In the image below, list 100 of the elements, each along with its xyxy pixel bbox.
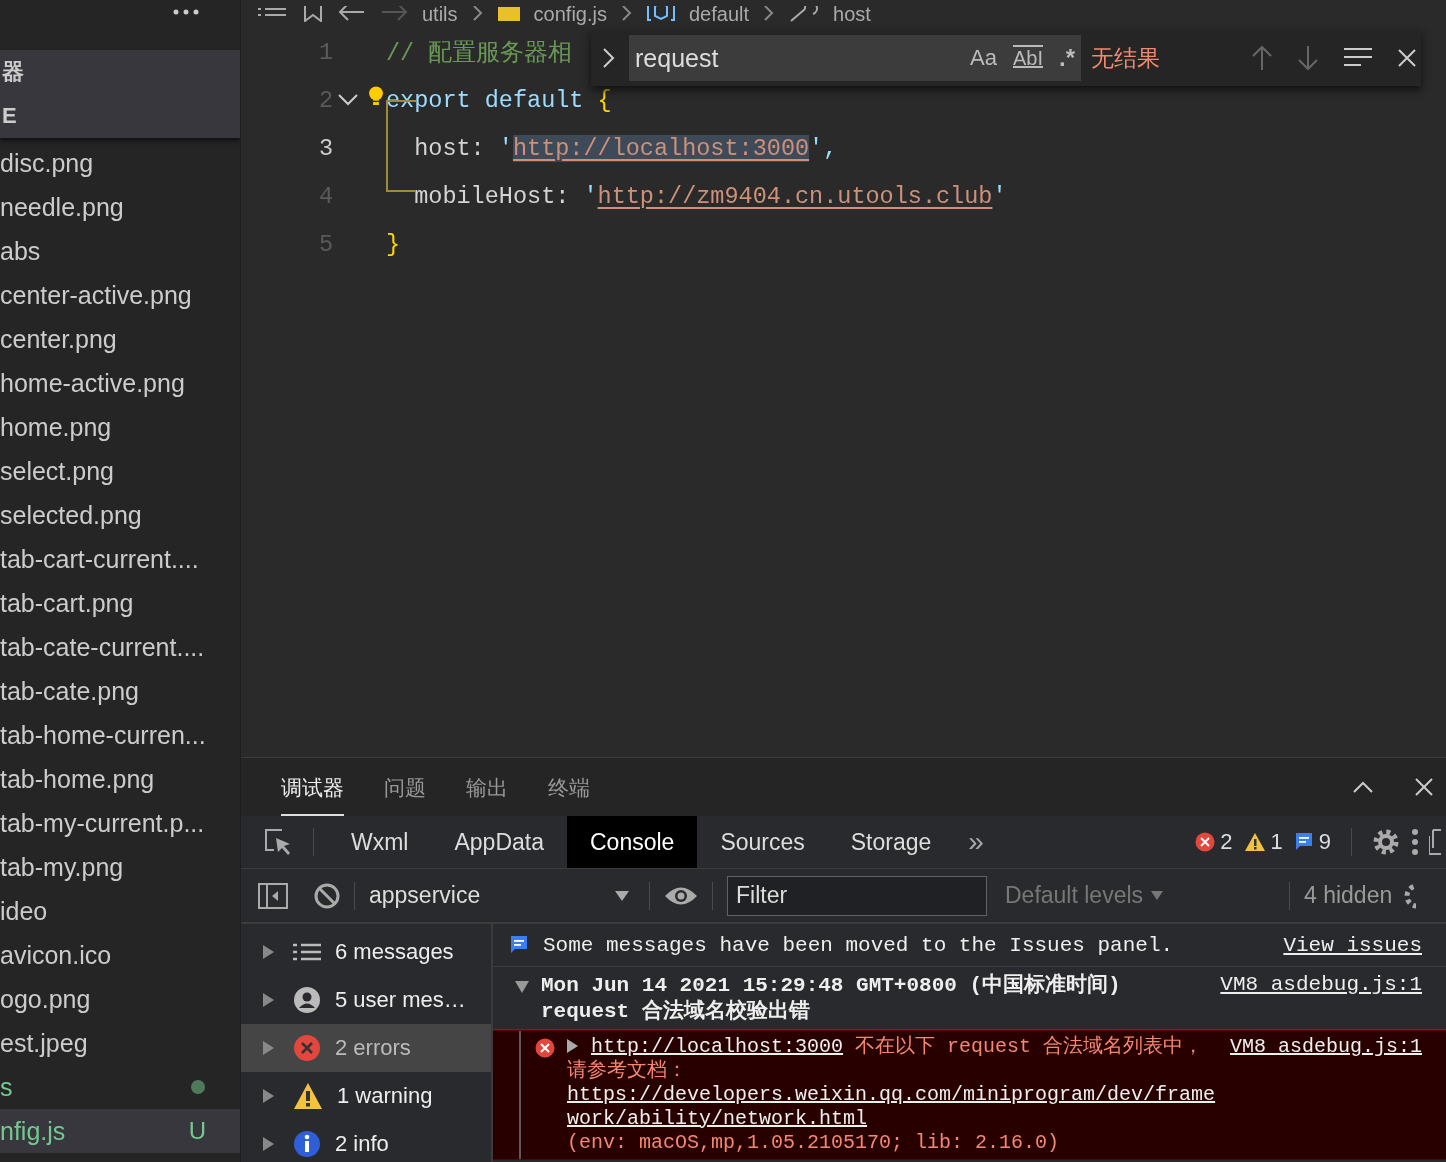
view-issues-link[interactable]: View issues xyxy=(1283,933,1422,957)
message-filter-item[interactable]: 6 messages xyxy=(241,928,491,976)
file-item[interactable]: nfig.js U xyxy=(0,1109,240,1153)
message-icon xyxy=(1293,832,1314,852)
breadcrumb-item[interactable]: host xyxy=(833,2,871,26)
file-item[interactable]: avicon.ico xyxy=(0,933,240,977)
hidden-count: 4 hidden xyxy=(1304,882,1393,909)
panel-tab[interactable]: 终端 xyxy=(548,758,590,816)
file-item[interactable]: tab-cart.png xyxy=(0,581,240,625)
file-item[interactable]: est.jpeg xyxy=(0,1021,240,1065)
info-icon xyxy=(293,1130,321,1158)
modified-dot-icon xyxy=(191,1080,205,1094)
lightbulb-icon[interactable] xyxy=(368,86,384,108)
devtools-tab[interactable]: AppData xyxy=(431,816,567,868)
find-field[interactable]: request Aa AbI .* xyxy=(629,35,1081,81)
error-icon xyxy=(1195,832,1216,852)
maximize-chevron-icon[interactable] xyxy=(1352,780,1374,794)
dock-icon[interactable] xyxy=(1429,828,1441,856)
dropdown-caret-icon xyxy=(615,890,629,901)
list-icon xyxy=(293,942,321,962)
documentation-link[interactable]: https://developers.weixin.qq.com/miniprogram/dev/framework/ability/network.html xyxy=(567,1083,1218,1131)
error-message: http://localhost:3000 不在以下 request 合法域名列表中，请参考文档： xyxy=(567,1035,1205,1083)
file-item[interactable]: center-active.png xyxy=(0,273,240,317)
expand-triangle-icon[interactable] xyxy=(515,981,529,993)
file-item[interactable]: center.png xyxy=(0,317,240,361)
url-link[interactable]: http://localhost:3000 xyxy=(591,1035,844,1058)
file-item[interactable]: disc.png xyxy=(0,141,240,185)
filter-field[interactable]: Filter xyxy=(727,875,987,916)
back-arrow-icon[interactable] xyxy=(338,6,366,22)
sidebar-toggle-icon[interactable] xyxy=(258,882,288,909)
git-status: U xyxy=(188,1117,206,1145)
source-link[interactable]: VM8 asdebug.js:1 xyxy=(1220,973,1422,999)
find-option-toggle[interactable]: .* xyxy=(1059,44,1075,72)
error-count: 2 xyxy=(1220,829,1233,855)
file-item[interactable]: s xyxy=(0,1065,240,1109)
file-item[interactable]: tab-cate.png xyxy=(0,669,240,713)
line-number: 3 xyxy=(317,134,333,162)
file-item[interactable]: select.png xyxy=(0,449,240,493)
user-icon xyxy=(293,986,321,1014)
file-item[interactable]: tab-cate-current.... xyxy=(0,625,240,669)
breadcrumb-item[interactable]: config.js xyxy=(533,2,607,26)
message-filter-item[interactable]: 5 user mes… xyxy=(241,976,491,1024)
panel-tab[interactable]: 输出 xyxy=(466,758,508,816)
message-filter-item[interactable]: 1 warning xyxy=(241,1072,491,1120)
file-item[interactable]: abs xyxy=(0,229,240,273)
devtools-tab[interactable]: Wxml xyxy=(328,816,432,868)
file-item[interactable]: home-active.png xyxy=(0,361,240,405)
warning-icon xyxy=(1243,832,1266,852)
more-tabs-button[interactable]: » xyxy=(954,826,998,858)
file-item[interactable]: needle.png xyxy=(0,185,240,229)
file-item[interactable]: ogo.png xyxy=(0,977,240,1021)
file-item[interactable]: home.png xyxy=(0,405,240,449)
warning-icon xyxy=(293,1082,323,1110)
file-item[interactable]: tab-cart-current.... xyxy=(0,537,240,581)
section-title[interactable]: E xyxy=(0,94,240,138)
message-filter-item[interactable]: 2 info xyxy=(241,1120,491,1162)
info-count: 9 xyxy=(1318,829,1331,855)
warning-count: 1 xyxy=(1270,829,1283,855)
code-line: mobileHost: 'http://zm9404.cn.utools.club' xyxy=(413,182,1007,210)
code-line: // 配置服务器相 xyxy=(386,39,573,68)
close-icon[interactable] xyxy=(1397,48,1417,68)
file-item[interactable]: tab-my.png xyxy=(0,845,240,889)
clear-console-icon[interactable] xyxy=(314,882,340,909)
file-item[interactable]: tab-my-current.p... xyxy=(0,801,240,845)
fold-chevron-icon[interactable] xyxy=(337,93,359,107)
breadcrumb-item[interactable]: utils xyxy=(422,2,458,26)
devtools-tab[interactable]: Console xyxy=(567,816,698,868)
kebab-menu-icon[interactable] xyxy=(1411,828,1419,856)
toggle-replace-chevron-icon[interactable] xyxy=(601,47,617,69)
message-filter-item[interactable]: 2 errors xyxy=(241,1024,491,1072)
source-link[interactable]: VM8 asdebug.js:1 xyxy=(1229,1035,1422,1059)
panel-tab[interactable]: 问题 xyxy=(384,758,426,816)
section-title[interactable]: 器 xyxy=(0,50,240,94)
no-results-label: 无结果 xyxy=(1091,43,1161,73)
group-subtitle: request 合法域名校验出错 xyxy=(541,999,811,1025)
devtools-tab[interactable]: Storage xyxy=(827,816,955,868)
next-match-icon[interactable] xyxy=(1297,45,1319,71)
bookmark-icon[interactable] xyxy=(302,6,324,22)
file-item[interactable]: selected.png xyxy=(0,493,240,537)
more-icon[interactable] xyxy=(172,8,200,16)
dropdown-caret-icon xyxy=(1151,891,1164,900)
chevron-icon xyxy=(620,6,633,22)
find-in-selection-icon[interactable] xyxy=(1343,47,1373,69)
find-option-toggle[interactable]: Aa xyxy=(970,45,997,71)
js-file-icon xyxy=(497,7,520,21)
expand-triangle-icon xyxy=(263,993,275,1007)
expand-triangle-icon[interactable] xyxy=(567,1039,579,1053)
file-item[interactable]: tab-home.png xyxy=(0,757,240,801)
breadcrumb-item[interactable]: default xyxy=(688,2,749,26)
expand-triangle-icon xyxy=(263,1041,275,1055)
chevron-icon xyxy=(763,6,775,22)
previous-match-icon[interactable] xyxy=(1251,45,1273,71)
file-item[interactable]: ideo xyxy=(0,889,240,933)
context-dropdown[interactable]: appservice xyxy=(369,882,635,909)
expand-triangle-icon xyxy=(263,945,275,959)
close-icon[interactable] xyxy=(1414,777,1434,797)
file-item[interactable]: tab-home-curren... xyxy=(0,713,240,757)
find-option-toggle[interactable]: AbI xyxy=(1012,46,1043,70)
error-icon xyxy=(293,1034,321,1062)
devtools-tab[interactable]: Sources xyxy=(697,816,828,868)
